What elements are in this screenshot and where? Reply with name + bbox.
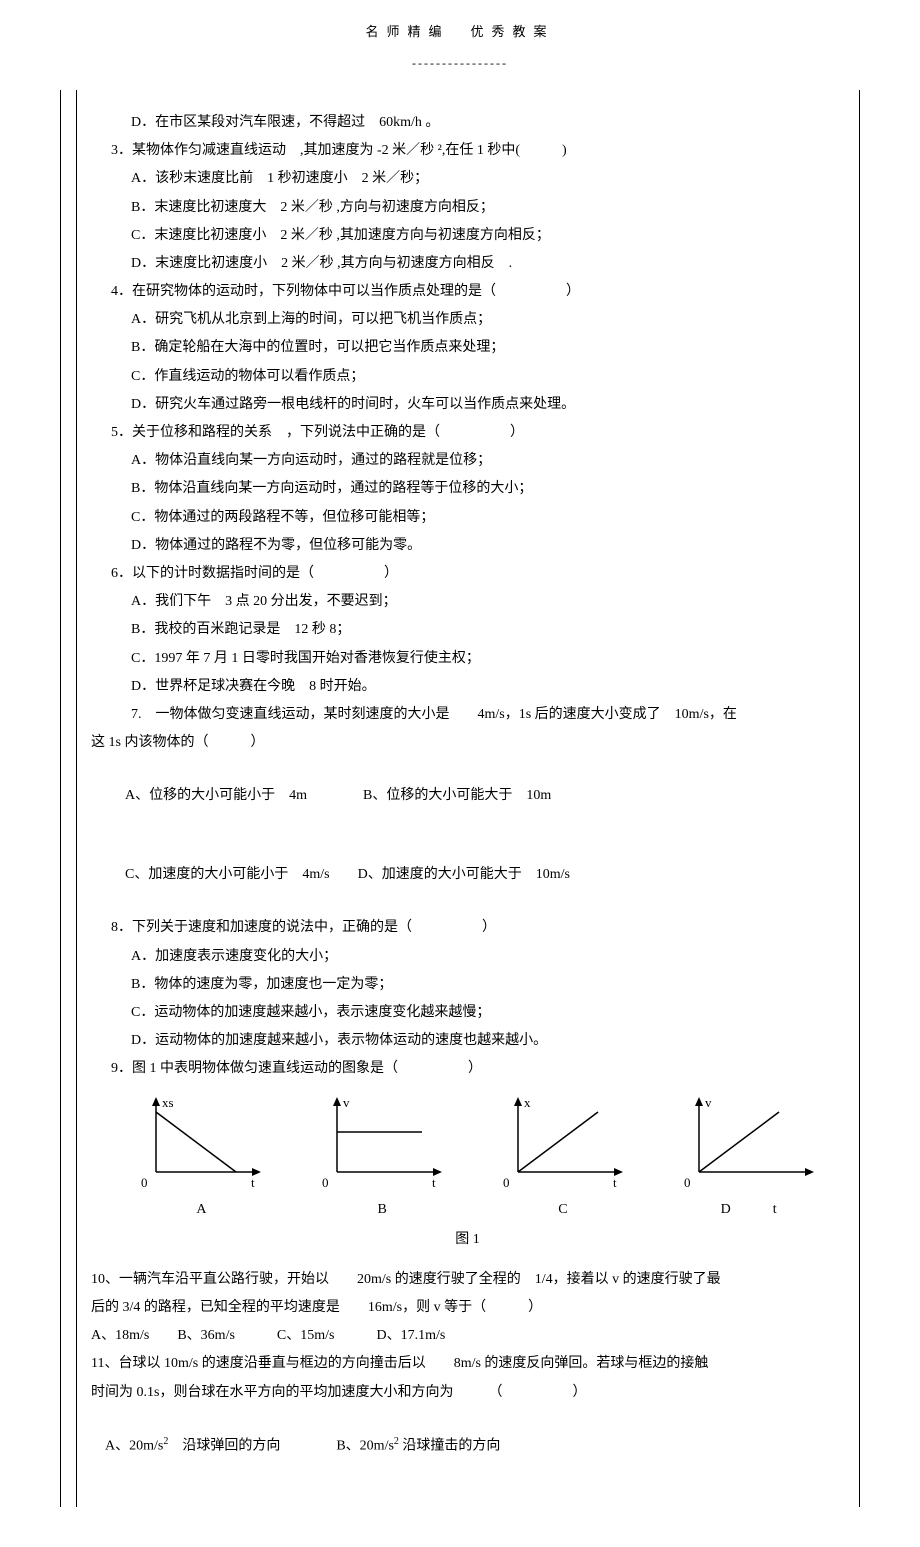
q4-option-d: D．研究火车通过路旁一根电线杆的时间时，火车可以当作质点来处理。	[91, 392, 844, 417]
figure-caption: 图 1	[91, 1227, 844, 1252]
q9-stem: 9．图 1 中表明物体做匀速直线运动的图象是（ ）	[91, 1056, 844, 1081]
q4-option-a: A．研究飞机从北京到上海的时间，可以把飞机当作质点；	[91, 307, 844, 332]
q5-option-a: A．物体沿直线向某一方向运动时，通过的路程就是位移；	[91, 448, 844, 473]
q7-option-c: C、加速度的大小可能小于 4m/s	[125, 867, 330, 882]
q3-option-c: C．末速度比初速度小 2 米／秒 ,其加速度方向与初速度方向相反；	[91, 223, 844, 248]
axis-zero-c: 0	[503, 1175, 510, 1190]
q5-option-d: D．物体通过的路程不为零，但位移可能为零。	[91, 533, 844, 558]
chart-c: x 0 t	[488, 1092, 638, 1192]
chart-d: v 0	[669, 1092, 829, 1192]
page-header: 名师精编 优秀教案	[60, 20, 860, 43]
header-right: 优秀教案	[471, 24, 555, 39]
q6-option-c: C．1997 年 7 月 1 日零时我国开始对香港恢复行使主权；	[91, 646, 844, 671]
q11-line1: 11、台球以 10m/s 的速度沿垂直与框边的方向撞击后以 8m/s 的速度反向…	[91, 1351, 844, 1376]
axis-x-d: t	[773, 1202, 777, 1217]
content-container: D．在市区某段对汽车限速，不得超过 60km/h 。 3．某物体作匀减速直线运动…	[60, 90, 860, 1507]
q8-option-d: D．运动物体的加速度越来越小，表示物体运动的速度也越来越小。	[91, 1028, 844, 1053]
q5-option-b: B．物体沿直线向某一方向运动时，通过的路程等于位移的大小；	[91, 476, 844, 501]
q2-option-d: D．在市区某段对汽车限速，不得超过 60km/h 。	[91, 110, 844, 135]
q11-line2: 时间为 0.1s，则台球在水平方向的平均加速度大小和方向为 （ ）	[91, 1380, 844, 1405]
label-d-text: D	[721, 1202, 731, 1217]
q3-option-b: B．末速度比初速度大 2 米／秒 ,方向与初速度方向相反；	[91, 195, 844, 220]
q7-stem-2: 这 1s 内该物体的（ ）	[91, 730, 844, 755]
q10-line1: 10、一辆汽车沿平直公路行驶，开始以 20m/s 的速度行驶了全程的 1/4，接…	[91, 1267, 844, 1292]
q8-option-c: C．运动物体的加速度越来越小，表示速度变化越来越慢；	[91, 1000, 844, 1025]
q6-option-a: A．我们下午 3 点 20 分出发，不要迟到；	[91, 589, 844, 614]
q11-options-ab: A、20m/s2 沿球弹回的方向 B、20m/s2 沿球撞击的方向	[91, 1408, 844, 1484]
axis-y-c: x	[524, 1095, 531, 1110]
axis-x-b: t	[432, 1175, 436, 1190]
left-rule	[76, 90, 77, 1507]
q5-option-c: C．物体通过的两段路程不等，但位移可能相等；	[91, 505, 844, 530]
q8-option-a: A．加速度表示速度变化的大小；	[91, 944, 844, 969]
q3-option-d: D．末速度比初速度小 2 米／秒 ,其方向与初速度方向相反 .	[91, 251, 844, 276]
axis-y-d: v	[705, 1095, 712, 1110]
q11-option-b-suffix: 沿球撞击的方向	[399, 1439, 501, 1454]
q4-stem: 4．在研究物体的运动时，下列物体中可以当作质点处理的是（ ）	[91, 279, 844, 304]
axis-y-a: xs	[162, 1095, 174, 1110]
axis-zero-a: 0	[141, 1175, 148, 1190]
figure-row: xs 0 t A v 0 t B	[91, 1092, 844, 1222]
chart-a: xs 0 t	[126, 1092, 276, 1192]
figure-a: xs 0 t A	[126, 1092, 276, 1222]
axis-zero-b: 0	[322, 1175, 329, 1190]
q11-option-a-prefix: A、20m/s	[105, 1439, 163, 1454]
q4-option-c: C．作直线运动的物体可以看作质点；	[91, 364, 844, 389]
q7-option-a: A、位移的大小可能小于 4m	[125, 788, 307, 803]
label-b: B	[307, 1197, 457, 1222]
label-d: D t	[669, 1197, 829, 1222]
q7-option-b: B、位移的大小可能大于 10m	[363, 788, 551, 803]
q4-option-b: B．确定轮船在大海中的位置时，可以把它当作质点来处理；	[91, 335, 844, 360]
q7-stem-1: 7. 一物体做匀变速直线运动，某时刻速度的大小是 4m/s，1s 后的速度大小变…	[91, 702, 844, 727]
q8-stem: 8．下列关于速度和加速度的说法中，正确的是（ ）	[91, 915, 844, 940]
axis-y-b: v	[343, 1095, 350, 1110]
header-divider: ----------------	[60, 53, 860, 75]
q11-option-a-suffix: 沿球弹回的方向	[168, 1439, 280, 1454]
q7-options-cd: C、加速度的大小可能小于 4m/s D、加速度的大小可能大于 10m/s	[91, 837, 844, 913]
label-a: A	[126, 1197, 276, 1222]
q3-stem: 3．某物体作匀减速直线运动 ,其加速度为 -2 米／秒 ²,在任 1 秒中( )	[91, 138, 844, 163]
q10-options: A、18m/s B、36m/s C、15m/s D、17.1m/s	[91, 1323, 844, 1348]
q7-option-d: D、加速度的大小可能大于 10m/s	[358, 867, 570, 882]
q11-option-b-prefix: B、20m/s	[336, 1439, 394, 1454]
axis-x-c: t	[613, 1175, 617, 1190]
chart-b: v 0 t	[307, 1092, 457, 1192]
figure-d: v 0 D t	[669, 1092, 829, 1222]
q6-option-b: B．我校的百米跑记录是 12 秒 8；	[91, 617, 844, 642]
q6-stem: 6．以下的计时数据指时间的是（ ）	[91, 561, 844, 586]
q6-option-d: D．世界杯足球决赛在今晚 8 时开始。	[91, 674, 844, 699]
header-left: 名师精编	[365, 24, 449, 39]
figure-b: v 0 t B	[307, 1092, 457, 1222]
axis-x-a: t	[251, 1175, 255, 1190]
figure-c: x 0 t C	[488, 1092, 638, 1222]
q7-options-ab: A、位移的大小可能小于 4m B、位移的大小可能大于 10m	[91, 758, 844, 834]
q8-option-b: B．物体的速度为零，加速度也一定为零；	[91, 972, 844, 997]
label-c: C	[488, 1197, 638, 1222]
q5-stem: 5．关于位移和路程的关系 ，下列说法中正确的是（ ）	[91, 420, 844, 445]
axis-zero-d: 0	[684, 1175, 691, 1190]
q3-option-a: A．该秒末速度比前 1 秒初速度小 2 米／秒；	[91, 166, 844, 191]
q10-line2: 后的 3/4 的路程，已知全程的平均速度是 16m/s，则 v 等于（ ）	[91, 1295, 844, 1320]
